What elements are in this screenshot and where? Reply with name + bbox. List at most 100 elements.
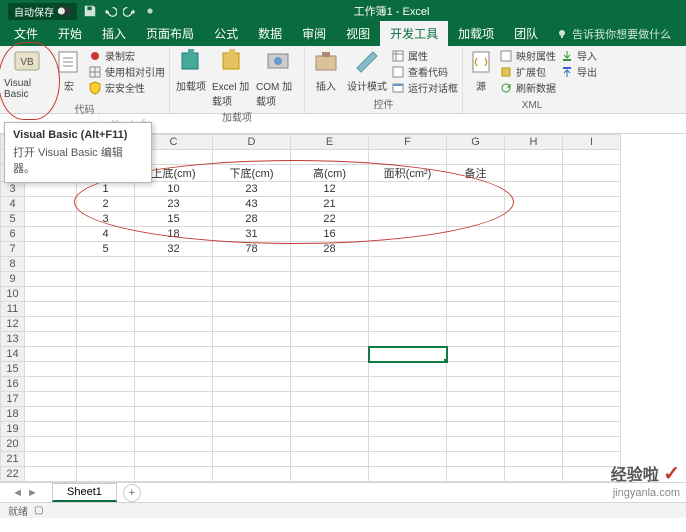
cell[interactable]: 43: [213, 197, 291, 212]
design-mode-button[interactable]: 设计模式: [347, 48, 387, 93]
source-button[interactable]: 源: [467, 48, 495, 93]
row-header[interactable]: 21: [1, 452, 25, 467]
group-controls-label: 控件: [309, 95, 458, 113]
visual-basic-button[interactable]: VB Visual Basic: [4, 48, 50, 100]
macro-security-button[interactable]: 宏安全性: [88, 80, 165, 95]
cell[interactable]: 23: [135, 197, 213, 212]
cell[interactable]: 4: [77, 227, 135, 242]
cell[interactable]: 备注: [447, 165, 505, 182]
row-header[interactable]: 15: [1, 362, 25, 377]
cell[interactable]: 下底(cm): [213, 165, 291, 182]
tab-data[interactable]: 数据: [248, 21, 292, 46]
tab-view[interactable]: 视图: [336, 21, 380, 46]
addins-button[interactable]: 加载项: [174, 48, 208, 93]
next-sheet-icon[interactable]: ►: [27, 487, 38, 499]
row-header[interactable]: 6: [1, 227, 25, 242]
row-header[interactable]: 13: [1, 332, 25, 347]
tab-file[interactable]: 文件: [4, 21, 48, 46]
col-header[interactable]: H: [505, 135, 563, 150]
col-header[interactable]: D: [213, 135, 291, 150]
row-header[interactable]: 11: [1, 302, 25, 317]
active-cell[interactable]: [369, 347, 447, 362]
cell[interactable]: 面积(cm²): [369, 165, 447, 182]
row-header[interactable]: 8: [1, 257, 25, 272]
tab-insert[interactable]: 插入: [92, 21, 136, 46]
properties-icon: [391, 49, 405, 63]
cell[interactable]: 10: [135, 182, 213, 197]
cell[interactable]: 2: [77, 197, 135, 212]
relative-ref-button[interactable]: 使用相对引用: [88, 64, 165, 79]
col-header[interactable]: G: [447, 135, 505, 150]
cell[interactable]: 1: [77, 182, 135, 197]
cell[interactable]: 78: [213, 242, 291, 257]
cell[interactable]: 5: [77, 242, 135, 257]
tab-home[interactable]: 开始: [48, 21, 92, 46]
macros-button[interactable]: 宏: [54, 48, 84, 93]
undo-icon[interactable]: [103, 4, 117, 18]
macro-record-status-icon[interactable]: ▢: [34, 505, 43, 516]
record-macro-button[interactable]: 录制宏: [88, 48, 165, 63]
row-header[interactable]: 16: [1, 377, 25, 392]
cell[interactable]: 15: [135, 212, 213, 227]
touch-mode-icon[interactable]: [143, 4, 157, 18]
tab-team[interactable]: 团队: [504, 21, 548, 46]
new-sheet-button[interactable]: +: [123, 484, 141, 502]
row-header[interactable]: 12: [1, 317, 25, 332]
row-header[interactable]: 19: [1, 422, 25, 437]
cell[interactable]: 16: [291, 227, 369, 242]
cell[interactable]: 32: [135, 242, 213, 257]
sheet-tab[interactable]: Sheet1: [52, 483, 117, 502]
row-header[interactable]: 14: [1, 347, 25, 362]
map-properties-button[interactable]: 映射属性: [499, 48, 556, 63]
com-addins-button[interactable]: COM 加载项: [256, 48, 300, 108]
save-icon[interactable]: [83, 4, 97, 18]
row-header[interactable]: 20: [1, 437, 25, 452]
cell[interactable]: 高(cm): [291, 165, 369, 182]
autosave-toggle[interactable]: 自动保存: [8, 3, 77, 20]
row-header[interactable]: 22: [1, 467, 25, 482]
toggle-off-icon: [57, 4, 71, 18]
cell[interactable]: 3: [77, 212, 135, 227]
row-header[interactable]: 7: [1, 242, 25, 257]
cell[interactable]: 12: [291, 182, 369, 197]
ruler-icon: [353, 48, 381, 76]
tab-review[interactable]: 审阅: [292, 21, 336, 46]
redo-icon[interactable]: [123, 4, 137, 18]
row-header[interactable]: 3: [1, 182, 25, 197]
cell[interactable]: 18: [135, 227, 213, 242]
cell[interactable]: 21: [291, 197, 369, 212]
cell[interactable]: 28: [291, 242, 369, 257]
excel-addins-icon: [218, 48, 246, 76]
export-button[interactable]: 导出: [560, 64, 597, 79]
expansion-packs-button[interactable]: 扩展包: [499, 64, 556, 79]
prev-sheet-icon[interactable]: ◄: [12, 487, 23, 499]
watermark: 经验啦 ✓ jingyanla.com: [611, 464, 680, 500]
col-header[interactable]: F: [369, 135, 447, 150]
cell[interactable]: 23: [213, 182, 291, 197]
tab-addins[interactable]: 加载项: [448, 21, 504, 46]
excel-addins-button[interactable]: Excel 加载项: [212, 48, 252, 108]
row-header[interactable]: 18: [1, 407, 25, 422]
cell[interactable]: 22: [291, 212, 369, 227]
cell[interactable]: 28: [213, 212, 291, 227]
refresh-data-button[interactable]: 刷新数据: [499, 80, 556, 95]
row-header[interactable]: 5: [1, 212, 25, 227]
row-header[interactable]: 17: [1, 392, 25, 407]
tell-me-search[interactable]: 告诉我你想要做什么: [548, 22, 679, 46]
tab-formulas[interactable]: 公式: [204, 21, 248, 46]
col-header[interactable]: I: [563, 135, 621, 150]
spreadsheet-grid[interactable]: A B C D E F G H I 1 2 序号 上底(cm) 下底(cm) 高…: [0, 134, 686, 497]
cell[interactable]: 31: [213, 227, 291, 242]
row-header[interactable]: 4: [1, 197, 25, 212]
code-icon: [391, 65, 405, 79]
tab-layout[interactable]: 页面布局: [136, 21, 204, 46]
row-header[interactable]: 9: [1, 272, 25, 287]
properties-button[interactable]: 属性: [391, 48, 458, 63]
run-dialog-button[interactable]: 运行对话框: [391, 80, 458, 95]
row-header[interactable]: 10: [1, 287, 25, 302]
tab-developer[interactable]: 开发工具: [380, 21, 448, 46]
col-header[interactable]: E: [291, 135, 369, 150]
view-code-button[interactable]: 查看代码: [391, 64, 458, 79]
insert-control-button[interactable]: 插入: [309, 48, 343, 93]
import-button[interactable]: 导入: [560, 48, 597, 63]
